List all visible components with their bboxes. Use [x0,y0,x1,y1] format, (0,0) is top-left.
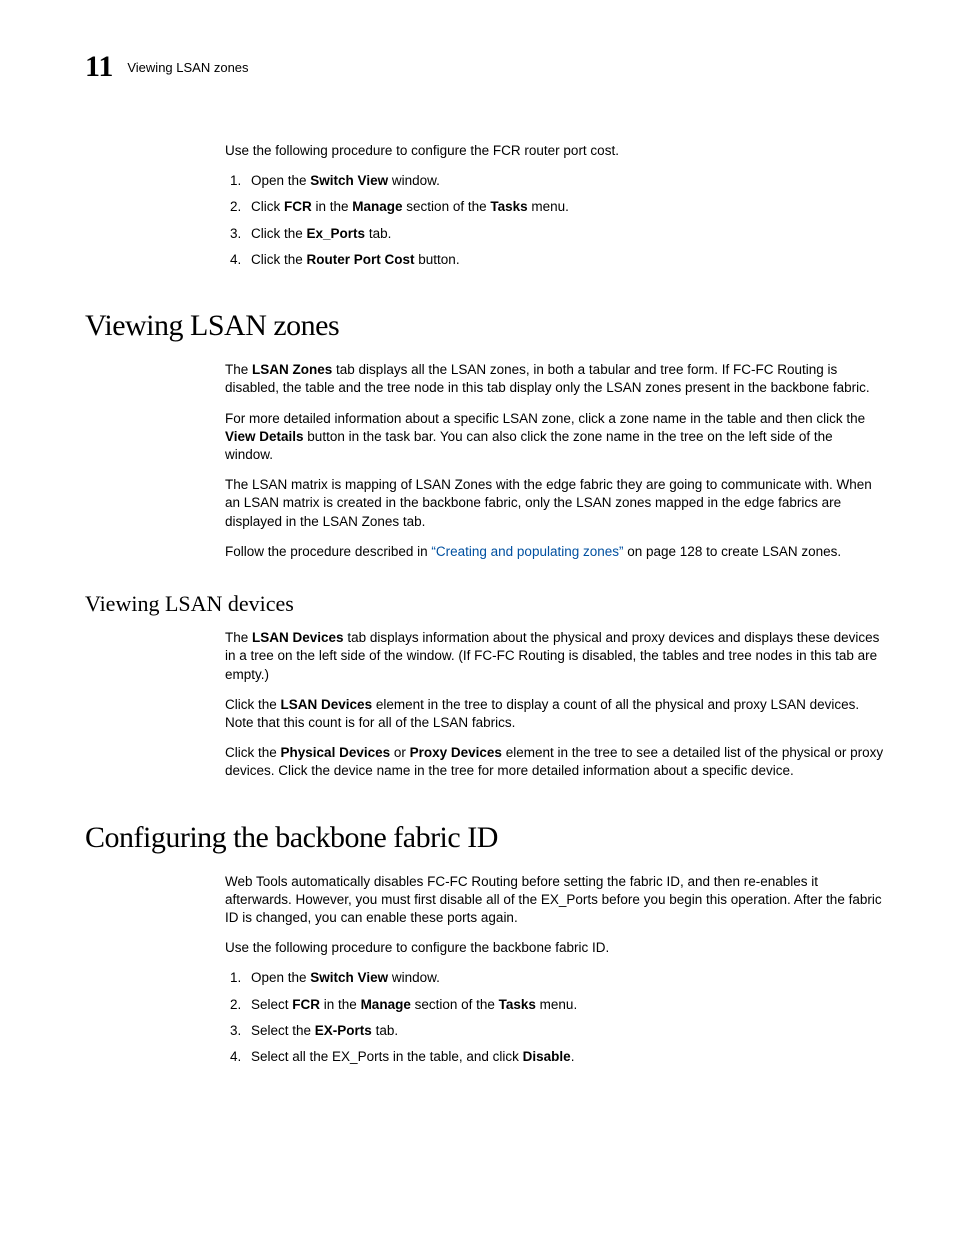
text: Click the [225,697,281,712]
proxy-devices-label: Proxy Devices [410,745,502,760]
text: Open the [251,970,310,985]
step-1: Open the Switch View window. [245,969,884,987]
page: 11 Viewing LSAN zones Use the following … [0,0,954,1235]
text: section of the [411,997,499,1012]
text: Select the [251,1023,315,1038]
step-2: Click FCR in the Manage section of the T… [245,198,884,216]
switch-view-label: Switch View [310,970,388,985]
para: For more detailed information about a sp… [225,410,884,465]
text: in the [320,997,361,1012]
text: Select [251,997,292,1012]
text: window. [388,970,440,985]
text: button. [415,252,460,267]
tasks-label: Tasks [490,199,527,214]
lsan-zones-label: LSAN Zones [252,362,332,377]
section1-body: The LSAN Zones tab displays all the LSAN… [225,361,884,561]
text: Select all the EX_Ports in the table, an… [251,1049,523,1064]
step-3: Click the Ex_Ports tab. [245,225,884,243]
text: Click the [225,745,281,760]
section-heading-viewing-lsan-zones: Viewing LSAN zones [85,309,884,343]
fcr-label: FCR [284,199,312,214]
text: For more detailed information about a sp… [225,411,865,426]
running-title: Viewing LSAN zones [127,60,248,75]
text: Click the [251,226,307,241]
disable-label: Disable [523,1049,571,1064]
subsection1-body: The LSAN Devices tab displays informatio… [225,629,884,781]
para: Click the Physical Devices or Proxy Devi… [225,744,884,780]
text: window. [388,173,440,188]
para: The LSAN matrix is mapping of LSAN Zones… [225,476,884,531]
section2-body: Web Tools automatically disables FC-FC R… [225,873,884,1067]
text: Click the [251,252,307,267]
text: menu. [528,199,569,214]
step-2: Select FCR in the Manage section of the … [245,996,884,1014]
text: tab. [365,226,391,241]
text: Open the [251,173,310,188]
intro-lead: Use the following procedure to configure… [225,142,884,160]
text: button in the task bar. You can also cli… [225,429,833,462]
manage-label: Manage [352,199,402,214]
text: in the [312,199,353,214]
lsan-devices-label: LSAN Devices [281,697,373,712]
section-heading-configuring-backbone-fabric-id: Configuring the backbone fabric ID [85,821,884,855]
chapter-number: 11 [85,52,113,82]
tasks-label: Tasks [499,997,536,1012]
text: tab. [372,1023,398,1038]
text: The [225,362,252,377]
para: Click the LSAN Devices element in the tr… [225,696,884,732]
physical-devices-label: Physical Devices [281,745,391,760]
ex-ports-label: Ex_Ports [307,226,366,241]
para: The LSAN Devices tab displays informatio… [225,629,884,684]
text: section of the [403,199,491,214]
switch-view-label: Switch View [310,173,388,188]
ex-ports-label: EX-Ports [315,1023,372,1038]
text: . [571,1049,575,1064]
link-creating-populating-zones[interactable]: “Creating and populating zones” [431,544,623,559]
text: or [390,745,410,760]
text: Click [251,199,284,214]
step-4: Click the Router Port Cost button. [245,251,884,269]
step-3: Select the EX-Ports tab. [245,1022,884,1040]
subsection-heading-viewing-lsan-devices: Viewing LSAN devices [85,591,884,617]
text: Follow the procedure described in [225,544,431,559]
para: The LSAN Zones tab displays all the LSAN… [225,361,884,397]
fcr-label: FCR [292,997,320,1012]
router-port-cost-label: Router Port Cost [307,252,415,267]
para: Use the following procedure to configure… [225,939,884,957]
step-1: Open the Switch View window. [245,172,884,190]
intro-block: Use the following procedure to configure… [225,142,884,269]
text: menu. [536,997,577,1012]
text: on page 128 to create LSAN zones. [624,544,842,559]
running-head: 11 Viewing LSAN zones [85,52,884,82]
step-4: Select all the EX_Ports in the table, an… [245,1048,884,1066]
section2-steps: Open the Switch View window. Select FCR … [225,969,884,1066]
lsan-devices-label: LSAN Devices [252,630,344,645]
para: Web Tools automatically disables FC-FC R… [225,873,884,928]
manage-label: Manage [361,997,411,1012]
view-details-label: View Details [225,429,304,444]
para: Follow the procedure described in “Creat… [225,543,884,561]
text: The [225,630,252,645]
intro-steps: Open the Switch View window. Click FCR i… [225,172,884,269]
